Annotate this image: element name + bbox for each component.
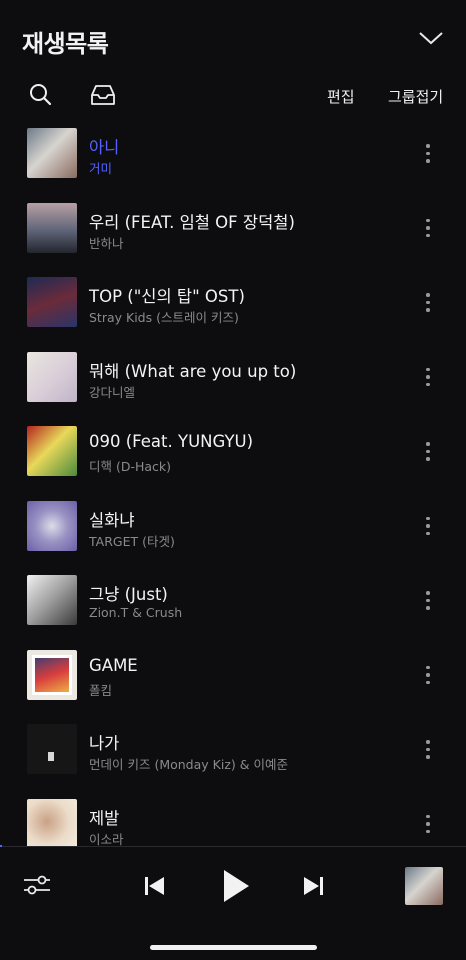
track-artist: 거미	[89, 161, 113, 176]
more-vertical-icon[interactable]	[420, 665, 436, 690]
album-art	[27, 128, 77, 178]
track-title: 제발	[89, 808, 120, 828]
track-row[interactable]: 우리 (FEAT. 임철 OF 장덕철) 반하나	[0, 201, 466, 276]
track-row[interactable]: 실화냐 TARGET (타겟)	[0, 499, 466, 574]
collapse-groups-button[interactable]: 그룹접기	[388, 86, 443, 107]
now-playing-art[interactable]	[405, 867, 443, 905]
album-art	[27, 575, 77, 625]
track-title: 우리 (FEAT. 임철 OF 장덕철)	[89, 212, 295, 232]
album-art	[27, 724, 77, 774]
album-art	[27, 277, 77, 327]
album-art	[27, 202, 77, 253]
home-indicator[interactable]	[150, 945, 317, 950]
album-art	[27, 500, 77, 551]
header: 재생목록	[0, 0, 466, 82]
track-title: 실화냐	[89, 510, 135, 530]
toolbar: 편집 그룹접기	[0, 82, 466, 126]
more-vertical-icon[interactable]	[420, 740, 436, 764]
more-vertical-icon[interactable]	[420, 814, 436, 839]
track-title: 나가	[89, 734, 120, 753]
more-vertical-icon[interactable]	[420, 293, 436, 317]
track-artist: Stray Kids (스트레이 키즈)	[89, 310, 239, 325]
edit-button[interactable]: 편집	[327, 86, 355, 107]
play-icon[interactable]	[222, 869, 250, 903]
track-artist: 이소라	[89, 831, 124, 847]
playlist: 아니 거미 우리 (FEAT. 임철 OF 장덕철) 반하나 TOP ("신의 …	[0, 126, 466, 846]
track-artist: 폴킴	[89, 682, 113, 698]
more-vertical-icon[interactable]	[420, 218, 436, 243]
track-artist: 반하나	[89, 235, 124, 251]
mini-player	[0, 847, 466, 927]
track-title: 그냥 (Just)	[89, 585, 168, 604]
more-vertical-icon[interactable]	[420, 516, 436, 541]
more-vertical-icon[interactable]	[420, 442, 436, 466]
track-row[interactable]: 제발 이소라	[0, 797, 466, 847]
track-row[interactable]: 090 (Feat. YUNGYU) 디핵 (D-Hack)	[0, 424, 466, 499]
track-row[interactable]: 아니 거미	[0, 126, 466, 201]
previous-icon[interactable]	[144, 875, 166, 897]
inbox-icon[interactable]	[90, 82, 116, 108]
next-icon[interactable]	[302, 875, 324, 897]
album-art	[27, 426, 77, 476]
track-title: 090 (Feat. YUNGYU)	[89, 432, 254, 451]
track-artist: TARGET (타겟)	[89, 533, 175, 549]
track-row[interactable]: GAME 폴킴	[0, 648, 466, 723]
album-art	[27, 649, 77, 700]
album-art	[27, 798, 77, 846]
track-title: TOP ("신의 탑" OST)	[89, 287, 245, 306]
track-artist: 먼데이 키즈 (Monday Kiz) & 이예준	[89, 757, 288, 772]
track-artist: Zion.T & Crush	[89, 605, 183, 620]
album-art	[27, 351, 77, 402]
track-artist: 디핵 (D-Hack)	[89, 459, 172, 474]
track-title: 아니	[89, 138, 120, 157]
equalizer-icon[interactable]	[22, 873, 52, 897]
track-row[interactable]: 그냥 (Just) Zion.T & Crush	[0, 573, 466, 648]
more-vertical-icon[interactable]	[420, 591, 436, 615]
page-title: 재생목록	[22, 30, 109, 58]
chevron-down-icon[interactable]	[418, 28, 444, 48]
track-title: 뭐해 (What are you up to)	[89, 361, 297, 381]
track-artist: 강다니엘	[89, 384, 136, 400]
track-row[interactable]: TOP ("신의 탑" OST) Stray Kids (스트레이 키즈)	[0, 275, 466, 350]
track-row[interactable]: 뭐해 (What are you up to) 강다니엘	[0, 350, 466, 425]
more-vertical-icon[interactable]	[420, 144, 436, 168]
more-vertical-icon[interactable]	[420, 367, 436, 392]
search-icon[interactable]	[28, 82, 54, 108]
track-row[interactable]: 나가 먼데이 키즈 (Monday Kiz) & 이예준	[0, 722, 466, 797]
track-title: GAME	[89, 655, 138, 675]
